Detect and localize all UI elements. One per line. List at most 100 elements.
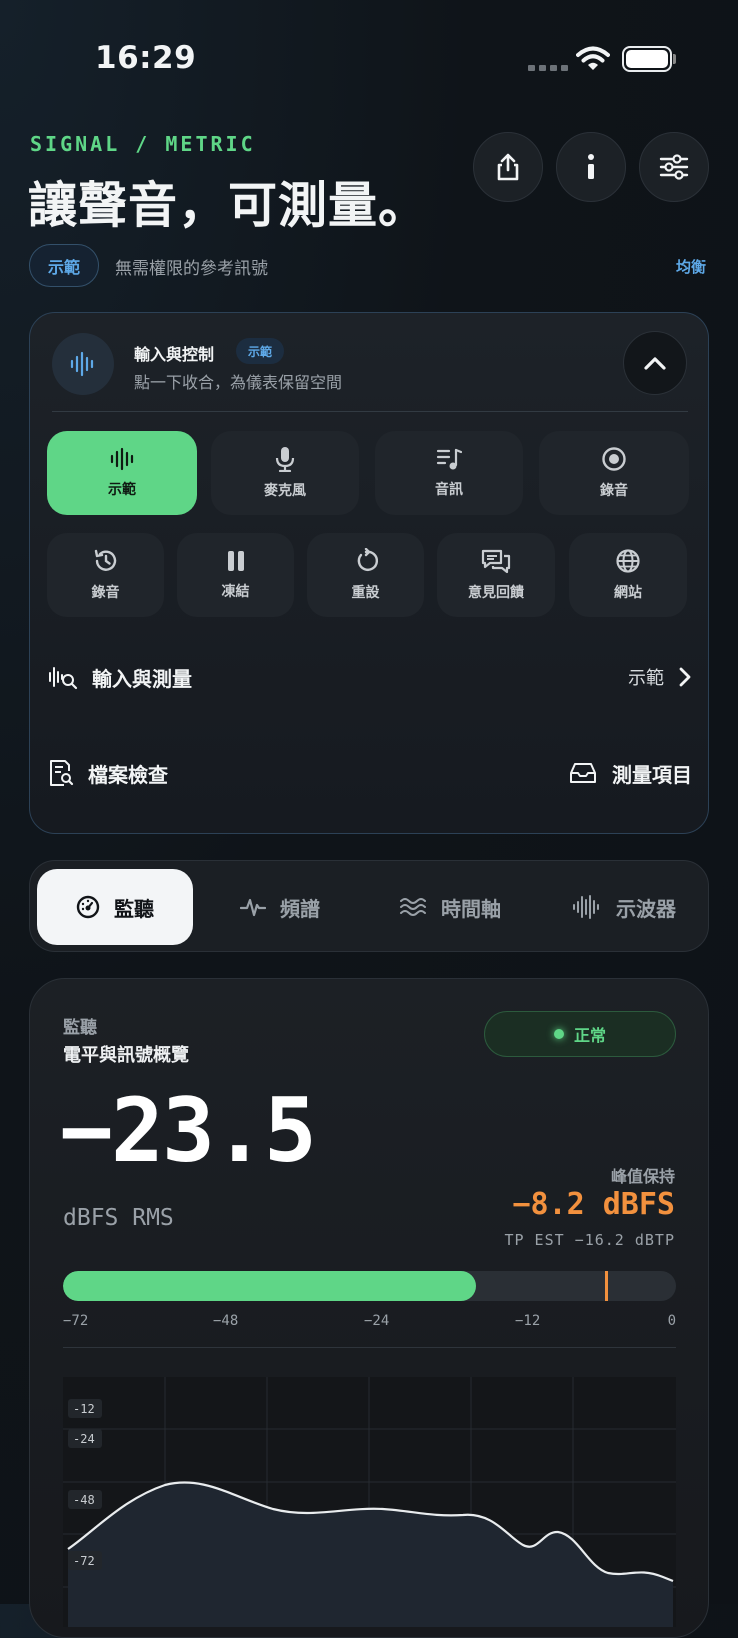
measure-items-label: 測量項目	[612, 762, 692, 787]
pulse-icon	[240, 898, 266, 917]
chevron-right-icon	[679, 667, 691, 687]
divider	[63, 1347, 676, 1348]
view-tabs: 監聽 頻譜 時間軸 示波器	[29, 860, 709, 952]
graph-tick-label: -12	[73, 1402, 95, 1416]
website-button[interactable]: 網站	[569, 533, 687, 617]
monitor-card: 監聽 電平與訊號概覽 正常 −23.5 dBFS RMS 峰值保持 −8.2 d…	[29, 978, 709, 1638]
source-audio-button[interactable]: 音訊	[375, 431, 523, 515]
input-measure-value: 示範	[628, 668, 664, 689]
tile-label: 麥克風	[264, 483, 306, 499]
level-history-graph: -12 -24 -48 -72	[63, 1377, 676, 1627]
level-meter-fill	[63, 1271, 476, 1301]
collapse-button[interactable]	[623, 331, 687, 395]
chevron-up-icon	[644, 357, 666, 370]
document-search-icon	[50, 760, 74, 786]
tile-label: 音訊	[435, 482, 463, 498]
demo-mode-pill[interactable]: 示範	[29, 244, 99, 287]
input-control-card: 輸入與控制 示範 點一下收合，為儀表保留空間 示範 麥克風 音訊 錄音 錄音 凍…	[29, 312, 709, 834]
tile-label: 意見回饋	[468, 585, 524, 601]
cellular-signal-icon	[528, 65, 568, 71]
info-button[interactable]	[556, 132, 626, 202]
status-time: 16:29	[95, 40, 197, 76]
scale-tick: −24	[364, 1313, 390, 1329]
record-button[interactable]: 錄音	[539, 431, 689, 515]
rms-value: −23.5	[60, 1079, 317, 1182]
settings-button[interactable]	[639, 132, 709, 202]
reset-button[interactable]: 重設	[307, 533, 424, 617]
graph-tick-label: -24	[73, 1432, 95, 1446]
waves-icon	[400, 898, 426, 916]
input-measure-label: 輸入與測量	[92, 666, 192, 691]
true-peak-estimate: TP EST −16.2 dBTP	[504, 1231, 675, 1249]
recordings-button[interactable]: 錄音	[47, 533, 164, 617]
rms-unit: dBFS RMS	[63, 1205, 174, 1231]
measure-items-button[interactable]: 測量項目	[568, 759, 692, 788]
scale-tick: −48	[213, 1313, 239, 1329]
scale-tick: 0	[667, 1313, 676, 1329]
graph-tick-label: -48	[73, 1493, 95, 1507]
wave-search-icon	[49, 667, 78, 690]
music-list-icon	[436, 448, 462, 470]
tab-label: 監聽	[114, 896, 154, 921]
tile-label: 重設	[351, 585, 380, 601]
status-bar: 16:29	[0, 0, 738, 120]
source-demo-button[interactable]: 示範	[47, 431, 197, 515]
peak-marker	[604, 1271, 608, 1301]
file-check-button[interactable]: 檔案檢查	[48, 759, 168, 788]
tile-label: 錄音	[91, 585, 120, 601]
microphone-icon	[275, 447, 295, 472]
scale-tick: −12	[515, 1313, 541, 1329]
input-measure-row[interactable]: 輸入與測量 示範	[48, 657, 692, 697]
globe-icon	[616, 549, 640, 573]
tab-label: 示波器	[616, 896, 676, 921]
tab-spectrum[interactable]: 頻譜	[205, 869, 355, 945]
oscilloscope-icon	[573, 895, 599, 919]
tab-label: 頻譜	[280, 896, 320, 921]
tray-icon	[570, 763, 596, 783]
feedback-button[interactable]: 意見回饋	[437, 533, 555, 617]
info-icon	[588, 154, 594, 179]
tab-label: 時間軸	[441, 896, 501, 921]
share-button[interactable]	[473, 132, 543, 202]
divider	[52, 411, 688, 412]
freeze-button[interactable]: 凍結	[177, 533, 294, 617]
page-title: 讓聲音，可測量。	[28, 177, 429, 234]
file-check-label: 檔案檢查	[88, 762, 168, 787]
peak-hold-value: −8.2 dBFS	[512, 1187, 675, 1222]
tile-label: 網站	[614, 585, 642, 601]
card-icon	[52, 333, 114, 395]
graph-tick-label: -72	[73, 1554, 95, 1568]
wifi-icon	[576, 46, 610, 70]
tab-oscilloscope[interactable]: 示波器	[545, 869, 703, 945]
waveform-icon	[110, 447, 134, 471]
card-title: 輸入與控制	[134, 345, 215, 364]
monitor-label: 監聽	[63, 1018, 97, 1038]
history-icon	[94, 549, 116, 571]
bottom-actions-row: 檔案檢查 測量項目	[48, 753, 692, 793]
card-subtitle: 點一下收合，為儀表保留空間	[134, 373, 343, 392]
status-badge: 正常	[484, 1011, 676, 1057]
status-dot-icon	[553, 1029, 564, 1039]
tile-label: 示範	[108, 482, 136, 498]
level-meter	[63, 1271, 676, 1301]
eyebrow: SIGNAL / METRIC	[30, 132, 256, 156]
sliders-icon	[659, 154, 689, 180]
tab-monitor[interactable]: 監聽	[37, 869, 193, 945]
scale-tick: −72	[63, 1313, 89, 1329]
share-icon	[497, 153, 519, 181]
pause-icon	[227, 551, 244, 571]
balance-link[interactable]: 均衡	[676, 256, 706, 277]
tile-label: 凍結	[221, 584, 250, 600]
gauge-icon	[76, 895, 100, 919]
reset-icon	[357, 548, 378, 571]
monitor-title: 電平與訊號概覽	[63, 1045, 189, 1066]
card-tag: 示範	[236, 338, 284, 364]
tab-timeline[interactable]: 時間軸	[367, 869, 533, 945]
waveform-icon	[70, 351, 94, 377]
status-text: 正常	[573, 1026, 606, 1045]
source-microphone-button[interactable]: 麥克風	[211, 431, 359, 515]
tile-label: 錄音	[600, 483, 628, 499]
peak-hold-label: 峰值保持	[610, 1167, 675, 1186]
feedback-icon	[481, 549, 511, 574]
battery-icon	[622, 46, 672, 72]
